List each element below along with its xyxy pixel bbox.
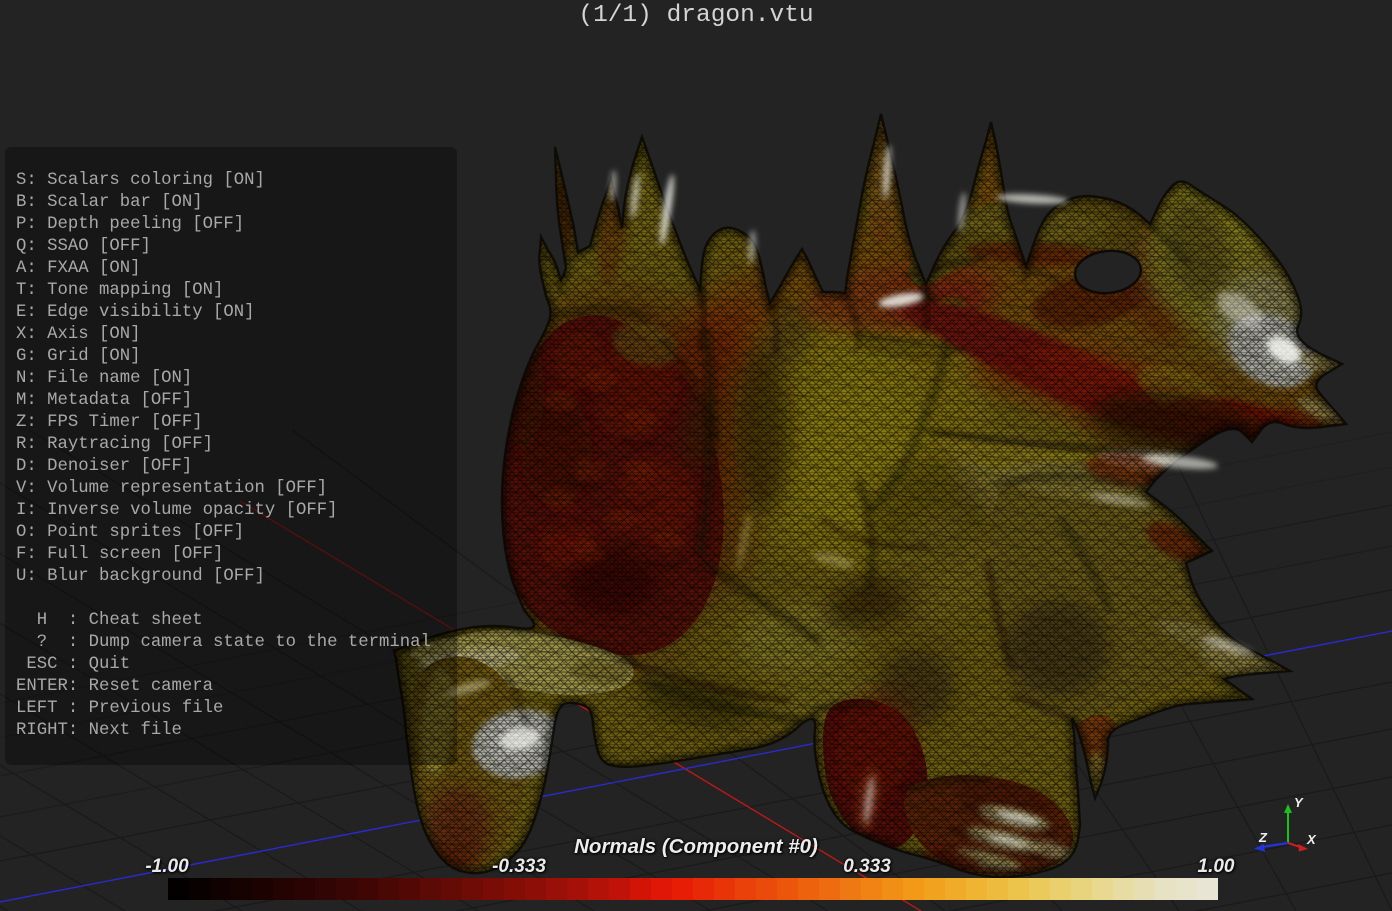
svg-text:Z: Z: [1258, 830, 1268, 845]
svg-text:X: X: [1306, 832, 1317, 847]
svg-text:Y: Y: [1294, 795, 1304, 810]
